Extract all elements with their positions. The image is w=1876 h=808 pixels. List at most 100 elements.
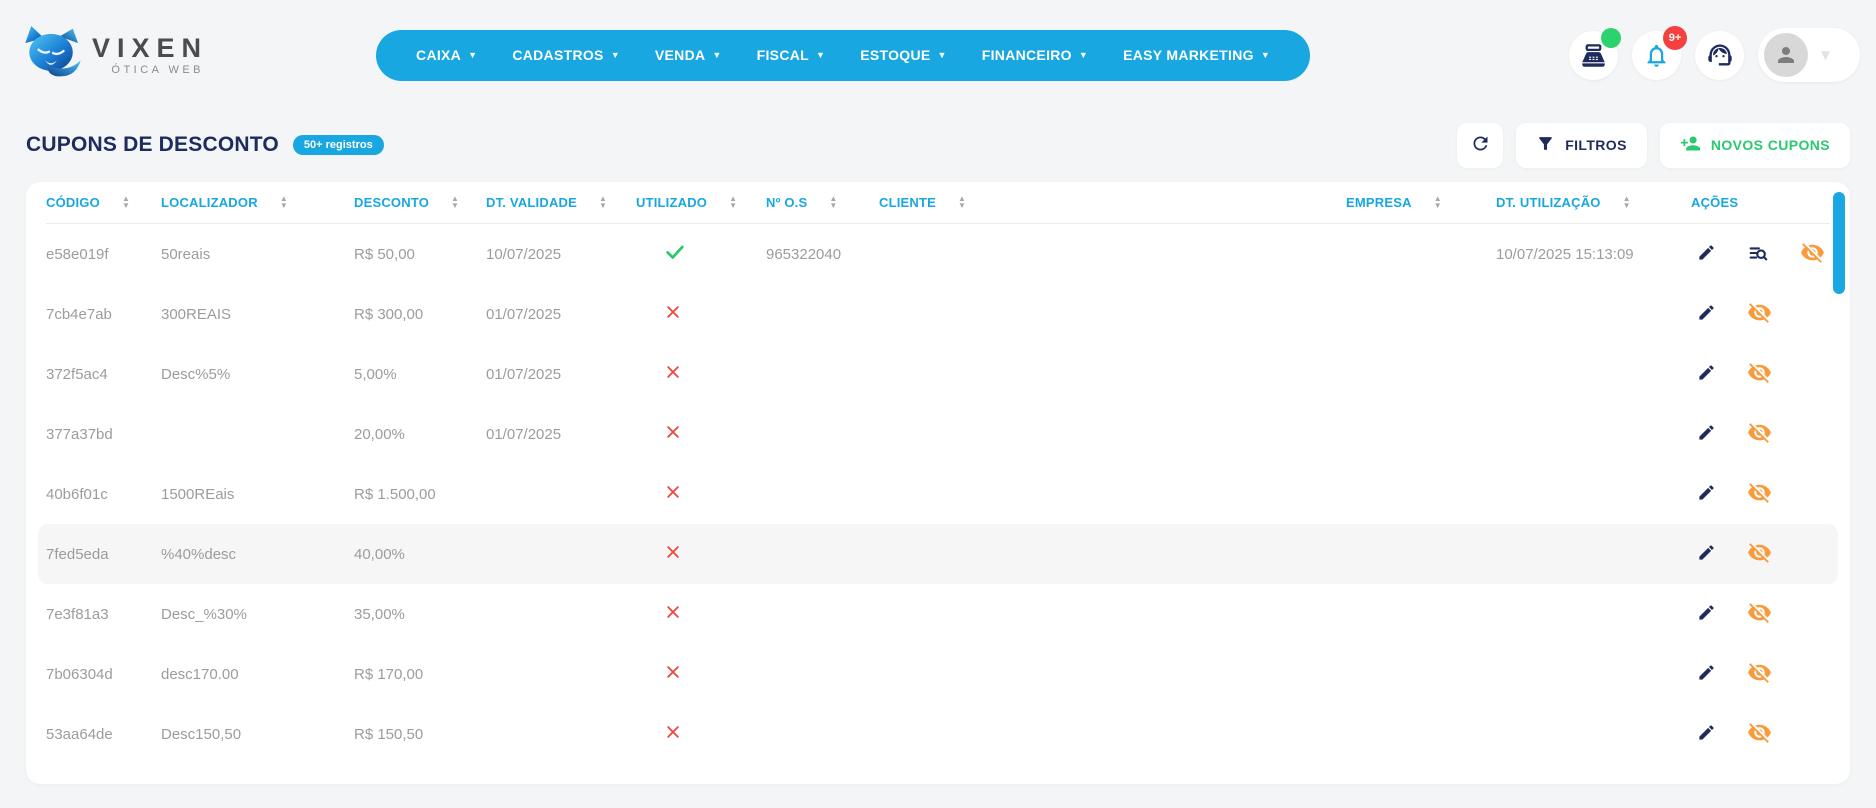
column-header-a-es[interactable]: AÇÕES — [1691, 195, 1830, 210]
table-row[interactable]: 377a37bd20,00%01/07/2025 — [46, 404, 1830, 464]
cash-register-button[interactable] — [1569, 31, 1618, 80]
not-used-x-icon — [664, 488, 682, 505]
refresh-button[interactable] — [1457, 123, 1503, 168]
cash-register-icon — [1580, 42, 1607, 69]
table-row[interactable]: 372f5ac4Desc%5%5,00%01/07/2025 — [46, 344, 1830, 404]
visibility-toggle-button[interactable] — [1747, 600, 1772, 628]
visibility-toggle-button[interactable] — [1747, 420, 1772, 448]
visibility-toggle-button[interactable] — [1747, 720, 1772, 748]
sort-icon[interactable]: ▲▼ — [729, 196, 737, 209]
sort-icon[interactable]: ▲▼ — [829, 196, 837, 209]
cell-desconto: 35,00% — [354, 606, 486, 623]
cell-utilizado — [636, 543, 766, 565]
not-used-x-icon — [664, 368, 682, 385]
cell-codigo: 377a37bd — [46, 426, 161, 443]
chevron-down-icon: ▼ — [611, 50, 620, 60]
cell-localizador: Desc_%30% — [161, 606, 354, 623]
notifications-button[interactable]: 9+ — [1632, 31, 1681, 80]
column-header-desconto[interactable]: DESCONTO▲▼ — [354, 195, 486, 210]
sort-icon[interactable]: ▲▼ — [958, 196, 966, 209]
visibility-toggle-button[interactable] — [1747, 300, 1772, 328]
table-body: e58e019f50reaisR$ 50,0010/07/2025 965322… — [46, 224, 1830, 764]
edit-coupon-button[interactable] — [1697, 543, 1716, 565]
nav-item-label: FISCAL — [757, 47, 809, 63]
nav-item-venda[interactable]: VENDA ▼ — [655, 47, 722, 63]
edit-coupon-button[interactable] — [1697, 603, 1716, 625]
column-header-dt-utiliza-o[interactable]: DT. UTILIZAÇÃO▲▼ — [1496, 195, 1691, 210]
edit-pencil-icon — [1697, 483, 1716, 505]
cell-codigo: e58e019f — [46, 246, 161, 263]
eye-off-icon — [1747, 420, 1772, 448]
eye-off-icon — [1747, 600, 1772, 628]
table-row[interactable]: 7e3f81a3Desc_%30%35,00% — [46, 584, 1830, 644]
visibility-toggle-button[interactable] — [1800, 240, 1825, 268]
sort-icon[interactable]: ▲▼ — [599, 196, 607, 209]
cell-acoes — [1691, 720, 1830, 748]
sort-icon[interactable]: ▲▼ — [1623, 196, 1631, 209]
sort-icon[interactable]: ▲▼ — [280, 196, 288, 209]
edit-coupon-button[interactable] — [1697, 663, 1716, 685]
page-title: CUPONS DE DESCONTO — [26, 133, 279, 157]
column-header-n-o-s[interactable]: Nº O.S▲▼ — [766, 195, 879, 210]
new-coupons-button[interactable]: NOVOS CUPONS — [1660, 123, 1850, 168]
nav-item-label: ESTOQUE — [860, 47, 930, 63]
table-row[interactable]: e58e019f50reaisR$ 50,0010/07/2025 965322… — [46, 224, 1830, 284]
edit-coupon-button[interactable] — [1697, 303, 1716, 325]
cell-desconto: R$ 1.500,00 — [354, 486, 486, 503]
edit-pencil-icon — [1697, 303, 1716, 325]
edit-coupon-button[interactable] — [1697, 423, 1716, 445]
cell-dt-validade: 01/07/2025 — [486, 306, 636, 323]
nav-item-financeiro[interactable]: FINANCEIRO ▼ — [982, 47, 1088, 63]
table-row[interactable]: 53aa64deDesc150,50R$ 150,50 — [46, 704, 1830, 764]
vertical-scrollbar-thumb[interactable] — [1833, 192, 1845, 294]
edit-pencil-icon — [1697, 543, 1716, 565]
nav-item-fiscal[interactable]: FISCAL ▼ — [757, 47, 826, 63]
edit-coupon-button[interactable] — [1697, 243, 1716, 265]
column-header-localizador[interactable]: LOCALIZADOR▲▼ — [161, 195, 354, 210]
support-button[interactable] — [1695, 31, 1744, 80]
cell-desconto: 20,00% — [354, 426, 486, 443]
table-row[interactable]: 7b06304ddesc170.00R$ 170,00 — [46, 644, 1830, 704]
cell-acoes — [1691, 300, 1830, 328]
edit-coupon-button[interactable] — [1697, 723, 1716, 745]
nav-item-caixa[interactable]: CAIXA ▼ — [416, 47, 477, 63]
edit-coupon-button[interactable] — [1697, 363, 1716, 385]
cell-localizador: desc170.00 — [161, 666, 354, 683]
column-header-empresa[interactable]: EMPRESA▲▼ — [1346, 195, 1496, 210]
eye-off-icon — [1747, 540, 1772, 568]
sort-icon[interactable]: ▲▼ — [1434, 196, 1442, 209]
column-header-dt-validade[interactable]: DT. VALIDADE▲▼ — [486, 195, 636, 210]
coupon-details-button[interactable] — [1747, 242, 1769, 267]
cell-codigo: 372f5ac4 — [46, 366, 161, 383]
cell-desconto: R$ 150,50 — [354, 726, 486, 743]
nav-item-label: CAIXA — [416, 47, 461, 63]
table-row[interactable]: 7cb4e7ab300REAISR$ 300,0001/07/2025 — [46, 284, 1830, 344]
sort-icon[interactable]: ▲▼ — [122, 196, 130, 209]
edit-pencil-icon — [1697, 663, 1716, 685]
sort-icon[interactable]: ▲▼ — [451, 196, 459, 209]
column-header-c-digo[interactable]: CÓDIGO▲▼ — [46, 195, 161, 210]
brand-logo[interactable]: VIXEN ÓTICA WEB — [20, 22, 208, 89]
nav-item-easy-marketing[interactable]: EASY MARKETING ▼ — [1123, 47, 1270, 63]
edit-pencil-icon — [1697, 243, 1716, 265]
filters-button[interactable]: FILTROS — [1516, 123, 1647, 168]
main-nav: CAIXA ▼ CADASTROS ▼ VENDA ▼ FISCAL ▼ EST… — [376, 30, 1310, 81]
brand-tagline: ÓTICA WEB — [111, 65, 204, 76]
nav-item-cadastros[interactable]: CADASTROS ▼ — [512, 47, 620, 63]
new-coupons-label: NOVOS CUPONS — [1711, 137, 1830, 153]
list-search-icon — [1747, 242, 1769, 267]
edit-coupon-button[interactable] — [1697, 483, 1716, 505]
table-row[interactable]: 7fed5eda%40%desc40,00% — [38, 524, 1838, 584]
eye-off-icon — [1800, 240, 1825, 268]
visibility-toggle-button[interactable] — [1747, 480, 1772, 508]
column-header-cliente[interactable]: CLIENTE▲▼ — [879, 195, 1346, 210]
cell-localizador: 1500REais — [161, 486, 354, 503]
cell-desconto: 5,00% — [354, 366, 486, 383]
nav-item-estoque[interactable]: ESTOQUE ▼ — [860, 47, 947, 63]
column-header-utilizado[interactable]: UTILIZADO▲▼ — [636, 195, 766, 210]
visibility-toggle-button[interactable] — [1747, 360, 1772, 388]
visibility-toggle-button[interactable] — [1747, 540, 1772, 568]
visibility-toggle-button[interactable] — [1747, 660, 1772, 688]
table-row[interactable]: 40b6f01c1500REaisR$ 1.500,00 — [46, 464, 1830, 524]
user-menu[interactable]: ▼ — [1758, 28, 1860, 82]
